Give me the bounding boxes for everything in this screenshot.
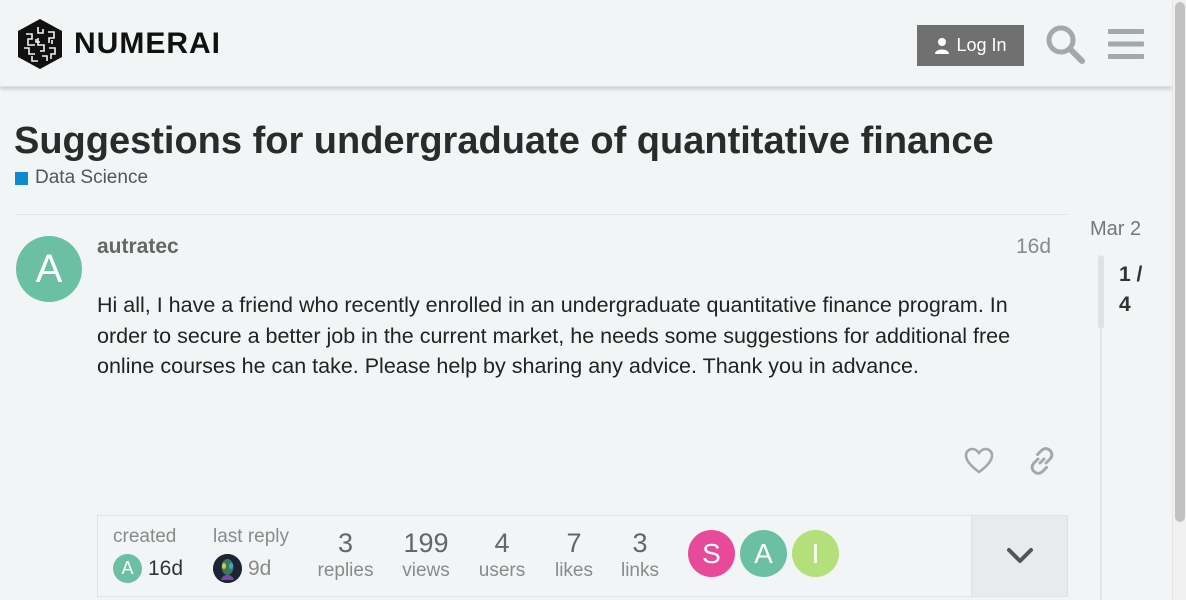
participant-avatar[interactable]: A [740,530,787,577]
site-logo[interactable]: NUMERAI [16,18,221,70]
created-age: 16d [148,556,184,580]
last-reply-age: 9d [248,556,272,580]
likes-label: likes [554,560,593,581]
stat-likes: 7 likes [544,528,604,582]
participant-avatar[interactable]: S [688,530,735,577]
search-icon[interactable] [1044,23,1086,65]
topic-created[interactable]: created A 16d [113,526,183,583]
created-avatar: A [113,554,142,583]
stat-links: 3 links [612,528,668,582]
timeline-start-date[interactable]: Mar 2 [1090,218,1141,241]
site-header: NUMERAI Log In [0,0,1172,87]
post-content: Hi all, I have a friend who recently enr… [97,293,1011,378]
views-count: 199 [403,528,449,558]
topic-map: created A 16d last reply 9d 3 replies 19… [97,515,1068,597]
participant-avatar[interactable]: I [792,530,839,577]
expand-topic-map-button[interactable] [971,516,1067,596]
numerai-logo-icon [18,19,62,69]
replies-label: replies [317,560,374,581]
likes-count: 7 [566,528,582,558]
user-icon [935,37,950,54]
replies-count: 3 [337,528,354,558]
post-date[interactable]: 16d [1016,235,1051,259]
category-color-swatch [15,171,28,185]
timeline-progress-current: 1 / [1119,263,1143,286]
chevron-down-icon [1006,548,1033,563]
topic-title[interactable]: Suggestions for undergraduate of quantit… [14,120,994,163]
hamburger-menu-icon[interactable] [1107,27,1145,61]
share-link-icon[interactable] [1027,446,1057,476]
stat-views: 199 views [390,528,462,582]
post-username[interactable]: autratec [97,235,179,259]
stat-users: 4 users [468,528,536,582]
users-count: 4 [494,528,510,558]
last-reply-label: last reply [213,526,290,547]
timeline-progress-total: 4 [1119,293,1131,316]
author-avatar[interactable]: A [16,236,82,302]
login-button-label: Log In [956,35,1007,55]
logo-text: NUMERAI [74,27,221,60]
like-heart-icon[interactable] [964,446,994,476]
last-reply-avatar [213,554,242,583]
scrollbar-thumb[interactable] [1175,2,1185,522]
links-count: 3 [632,528,648,558]
topic-last-reply[interactable]: last reply 9d [213,526,289,583]
login-button[interactable]: Log In [917,25,1024,66]
page-scrollbar[interactable] [1172,0,1186,600]
links-label: links [620,560,659,581]
category-badge[interactable]: Data Science [15,167,148,189]
created-label: created [113,526,177,547]
stat-replies: 3 replies [308,528,383,582]
timeline-scroller-handle[interactable] [1098,256,1104,328]
timeline-progress: 1 / 4 [1119,260,1159,320]
users-label: users [478,560,526,581]
views-label: views [402,560,450,581]
category-name: Data Science [35,167,149,188]
